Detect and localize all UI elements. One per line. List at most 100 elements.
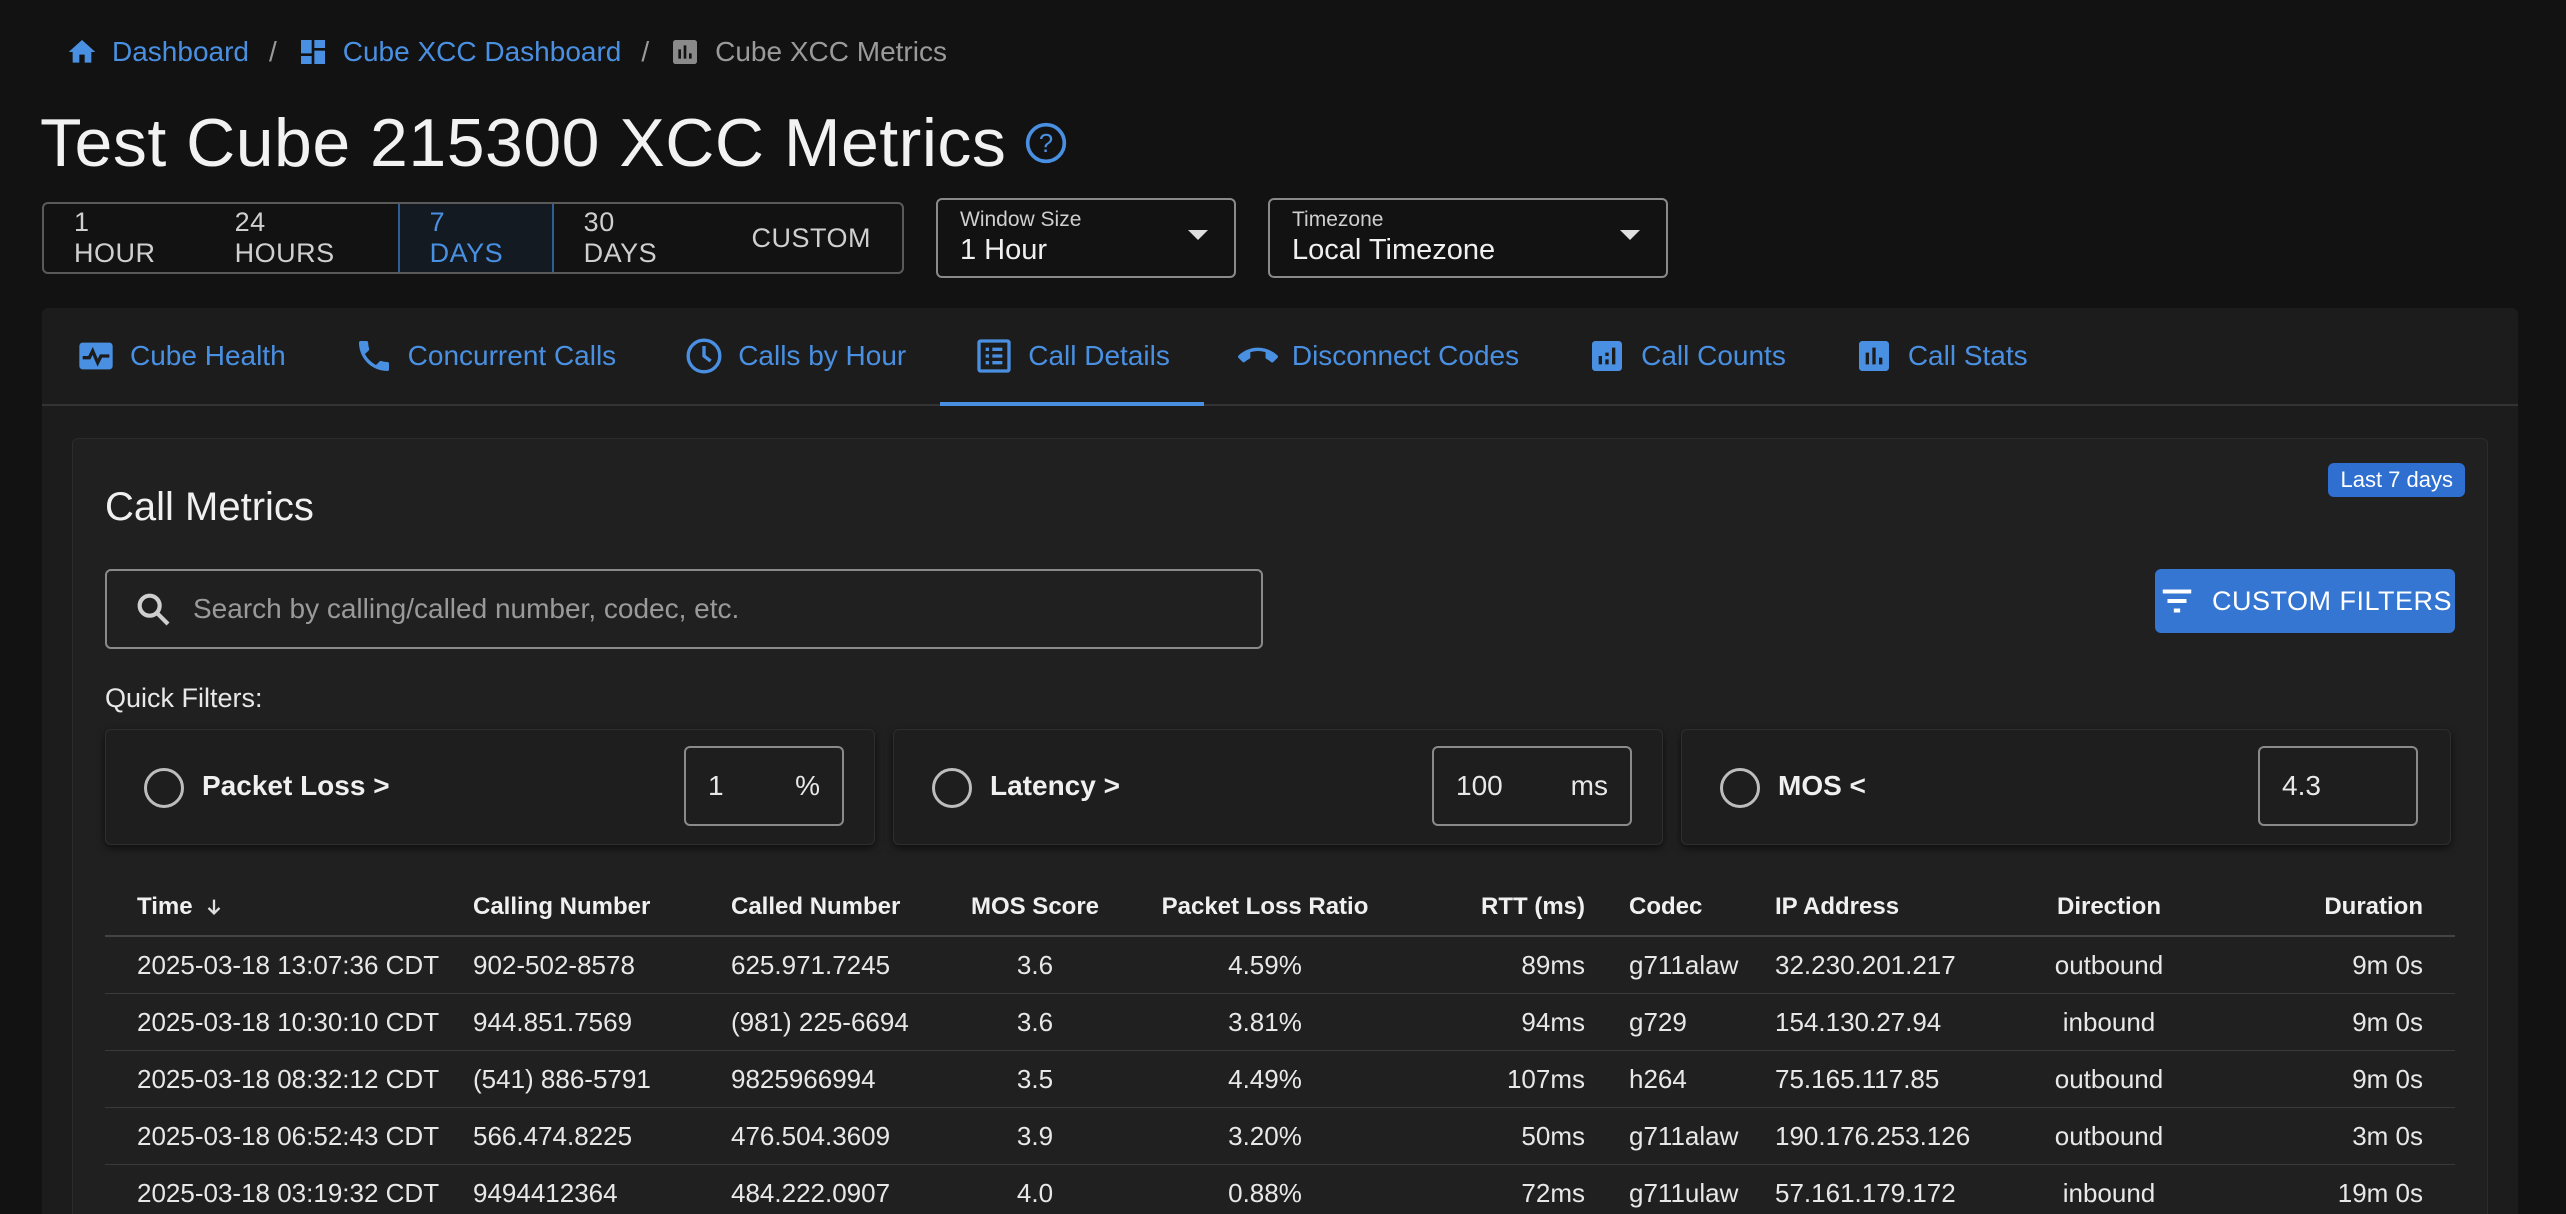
- cell-rtt: 89ms: [1521, 949, 1585, 980]
- tab-calls-by-hour[interactable]: Calls by Hour: [650, 308, 940, 404]
- packet-loss-input[interactable]: 1 %: [684, 746, 844, 826]
- breadcrumb-label: Cube XCC Metrics: [715, 36, 947, 67]
- cell-time: 2025-03-18 06:52:43 CDT: [137, 1120, 440, 1151]
- packet-loss-unit: %: [795, 770, 820, 801]
- cell-ip-address: 32.230.201.217: [1775, 949, 1956, 980]
- custom-filters-button[interactable]: CUSTOM FILTERS: [2155, 569, 2455, 633]
- cell-packet-loss: 4.59%: [1228, 949, 1302, 980]
- cell-rtt: 50ms: [1521, 1120, 1585, 1151]
- window-size-label: Window Size: [960, 208, 1082, 231]
- cell-packet-loss: 3.81%: [1228, 1006, 1302, 1037]
- cell-duration: 9m 0s: [2352, 949, 2423, 980]
- cell-rtt: 94ms: [1521, 1006, 1585, 1037]
- column-called-number[interactable]: Called Number: [725, 893, 955, 921]
- mos-radio[interactable]: [1720, 768, 1760, 808]
- tab-call-stats[interactable]: Call Stats: [1820, 308, 2062, 404]
- chevron-down-icon: [1620, 230, 1640, 240]
- column-codec[interactable]: Codec: [1609, 893, 1769, 921]
- breadcrumb-label: Dashboard: [112, 36, 249, 67]
- range-7-days[interactable]: 7 DAYS: [397, 204, 554, 272]
- call-metrics-card: Call Metrics Last 7 days CUSTOM FILTERS …: [72, 438, 2488, 1214]
- list-icon: [977, 339, 1011, 373]
- column-ip-address[interactable]: IP Address: [1769, 893, 2019, 921]
- cell-codec: g711alaw: [1629, 1120, 1739, 1151]
- table-header: Time Calling Number Called Number MOS Sc…: [105, 879, 2455, 937]
- table-row[interactable]: 2025-03-18 10:30:10 CDT 944.851.7569 (98…: [105, 994, 2455, 1051]
- cell-duration: 9m 0s: [2352, 1063, 2423, 1094]
- cell-duration: 9m 0s: [2352, 1006, 2423, 1037]
- cell-ip-address: 154.130.27.94: [1775, 1006, 1942, 1037]
- table-row[interactable]: 2025-03-18 06:52:43 CDT 566.474.8225 476…: [105, 1108, 2455, 1165]
- mos-value: 4.3: [2282, 770, 2321, 801]
- column-time[interactable]: Time: [105, 893, 467, 921]
- cell-called-number: (981) 225-6694: [731, 1006, 909, 1037]
- window-size-value: 1 Hour: [960, 234, 1048, 266]
- metrics-panel: Cube Health Concurrent Calls Calls by Ho…: [42, 308, 2518, 1214]
- breadcrumb-cube-dashboard[interactable]: Cube XCC Dashboard: [297, 36, 621, 68]
- breadcrumb: Dashboard / Cube XCC Dashboard / Cube XC…: [66, 30, 947, 74]
- cell-direction: outbound: [2054, 949, 2164, 980]
- column-calling-number[interactable]: Calling Number: [467, 893, 725, 921]
- column-mos-score[interactable]: MOS Score: [955, 893, 1115, 921]
- phone-icon: [358, 341, 389, 371]
- breadcrumb-separator: /: [641, 36, 650, 67]
- column-duration[interactable]: Duration: [2199, 893, 2455, 921]
- tab-label: Cube Health: [130, 340, 286, 371]
- cell-ip-address: 57.161.179.172: [1775, 1177, 1956, 1208]
- tab-call-counts[interactable]: Call Counts: [1553, 308, 1820, 404]
- cell-rtt: 107ms: [1506, 1063, 1585, 1094]
- window-size-select[interactable]: Window Size 1 Hour: [936, 198, 1236, 278]
- cell-calling-number: 944.851.7569: [473, 1006, 633, 1037]
- tab-call-details[interactable]: Call Details: [940, 308, 1204, 406]
- cell-ip-address: 190.176.253.126: [1775, 1120, 1971, 1151]
- quick-filters-label: Quick Filters:: [105, 683, 263, 713]
- cell-packet-loss: 4.49%: [1228, 1063, 1302, 1094]
- quick-filter-mos: MOS < 4.3: [1681, 729, 2451, 845]
- cell-ip-address: 75.165.117.85: [1775, 1063, 1940, 1094]
- column-packet-loss[interactable]: Packet Loss Ratio: [1115, 893, 1415, 921]
- tab-disconnect-codes[interactable]: Disconnect Codes: [1204, 308, 1553, 404]
- latency-input[interactable]: 100 ms: [1432, 746, 1632, 826]
- help-circle-icon[interactable]: ?: [1024, 121, 1068, 165]
- packet-loss-radio[interactable]: [144, 768, 184, 808]
- table-row[interactable]: 2025-03-18 13:07:36 CDT 902-502-8578 625…: [105, 937, 2455, 994]
- pulse-icon: [79, 342, 113, 370]
- breadcrumb-dashboard[interactable]: Dashboard: [66, 36, 249, 68]
- tab-label: Concurrent Calls: [407, 340, 617, 371]
- tab-label: Call Counts: [1641, 340, 1786, 371]
- table-row[interactable]: 2025-03-18 08:32:12 CDT (541) 886-5791 9…: [105, 1051, 2455, 1108]
- range-30-days[interactable]: 30 DAYS: [554, 204, 722, 272]
- packet-loss-value: 1: [708, 770, 724, 801]
- range-24-hours[interactable]: 24 HOURS: [205, 204, 398, 272]
- timezone-select[interactable]: Timezone Local Timezone: [1268, 198, 1668, 278]
- cell-codec: g711alaw: [1629, 949, 1739, 980]
- quick-filter-label: Packet Loss >: [202, 770, 390, 801]
- breadcrumb-current: Cube XCC Metrics: [669, 36, 947, 68]
- column-direction[interactable]: Direction: [2019, 893, 2199, 921]
- tab-concurrent-calls[interactable]: Concurrent Calls: [320, 308, 651, 404]
- search-input[interactable]: [193, 593, 1173, 625]
- range-custom[interactable]: CUSTOM: [721, 204, 902, 272]
- column-rtt[interactable]: RTT (ms): [1415, 893, 1609, 921]
- table-row[interactable]: 2025-03-18 03:19:32 CDT 9494412364 484.2…: [105, 1165, 2455, 1214]
- cell-mos-score: 4.0: [1016, 1177, 1054, 1208]
- svg-text:?: ?: [1039, 130, 1053, 158]
- cell-codec: g729: [1629, 1006, 1687, 1037]
- latency-radio[interactable]: [932, 768, 972, 808]
- cell-called-number: 484.222.0907: [731, 1177, 891, 1208]
- cell-time: 2025-03-18 13:07:36 CDT: [137, 949, 440, 980]
- quick-filter-label: Latency >: [990, 770, 1120, 801]
- metrics-icon: [673, 40, 698, 64]
- custom-filters-label: CUSTOM FILTERS: [2211, 585, 2453, 616]
- mos-input[interactable]: 4.3: [2258, 746, 2418, 826]
- cell-calling-number: 902-502-8578: [473, 949, 635, 980]
- date-range-badge: Last 7 days: [2328, 463, 2465, 497]
- stats-icon: [1858, 341, 1889, 371]
- column-header-label: Time: [137, 893, 193, 920]
- quick-filter-label: MOS <: [1778, 770, 1866, 801]
- range-1-hour[interactable]: 1 HOUR: [44, 204, 205, 272]
- tab-cube-health[interactable]: Cube Health: [42, 308, 320, 404]
- search-field[interactable]: [105, 569, 1263, 649]
- cell-duration: 3m 0s: [2352, 1120, 2423, 1151]
- cell-calling-number: (541) 886-5791: [473, 1063, 651, 1094]
